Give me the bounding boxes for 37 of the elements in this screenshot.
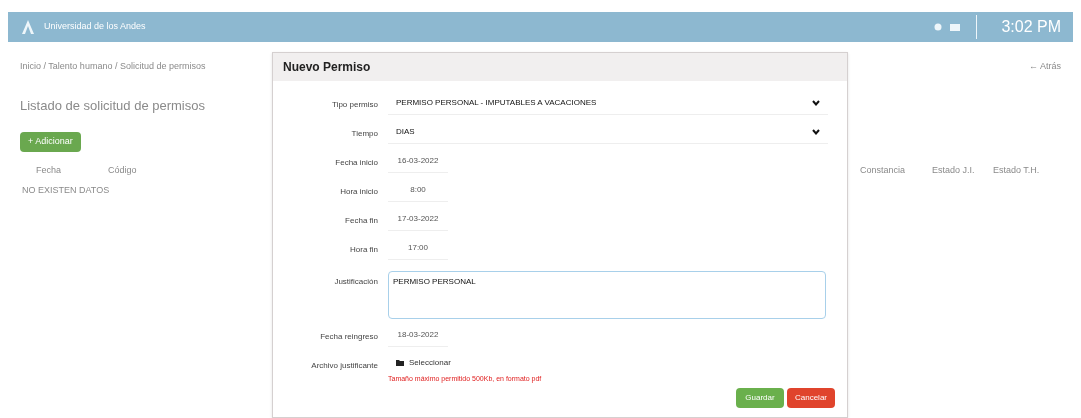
input-field[interactable]: 17-03-2022 <box>388 207 448 231</box>
field-label: Hora fin <box>349 244 378 256</box>
column-header: Constancia <box>860 163 906 177</box>
column-header: Código <box>108 163 137 177</box>
user-icon[interactable] <box>934 23 943 31</box>
mail-icon[interactable] <box>950 23 961 31</box>
column-header: Fecha <box>36 163 61 177</box>
field-label: Fecha fin <box>344 215 378 227</box>
chevron-down-icon <box>812 99 820 106</box>
cancel-button[interactable]: Cancelar <box>787 388 835 408</box>
logo-icon <box>20 19 36 35</box>
input-field[interactable]: 17:00 <box>388 236 448 260</box>
page-title: Listado de solicitud de permisos <box>20 96 205 115</box>
breadcrumb: Inicio / Talento humano / Solicitud de permisos <box>20 60 206 73</box>
input-field[interactable]: 16-03-2022 <box>388 149 448 173</box>
field-label: Archivo justificante <box>310 360 378 372</box>
field-label: Fecha reingreso <box>319 331 378 343</box>
column-header: Estado J.I. <box>932 163 975 177</box>
text-area[interactable]: PERMISO PERSONAL <box>388 271 826 319</box>
field-label: Fecha inicio <box>334 157 378 169</box>
input-field[interactable]: 8:00 <box>388 178 448 202</box>
field-label: Hora inicio <box>339 186 378 198</box>
chevron-down-icon <box>812 128 820 135</box>
field-label: Justificación <box>333 276 378 288</box>
dropdown[interactable]: DIAS <box>388 120 828 144</box>
column-header: Estado T.H. <box>993 163 1040 177</box>
dropdown[interactable]: PERMISO PERSONAL - IMPUTABLES A VACACIONES <box>388 91 828 115</box>
folder-icon <box>396 360 404 366</box>
modal-title: Nuevo Permiso <box>283 59 371 76</box>
empty-message: NO EXISTEN DATOS <box>22 183 110 197</box>
back-link[interactable]: ← Atrás <box>1029 60 1061 74</box>
input-field[interactable]: 18-03-2022 <box>388 323 448 347</box>
file-select-button[interactable]: Seleccionar <box>388 352 459 374</box>
clock: 3:02 PM <box>1001 17 1061 37</box>
field-label: Tipo permiso <box>331 99 378 111</box>
field-label: Tiempo <box>350 128 378 140</box>
brand-name: Universidad de los Andes <box>44 20 146 34</box>
